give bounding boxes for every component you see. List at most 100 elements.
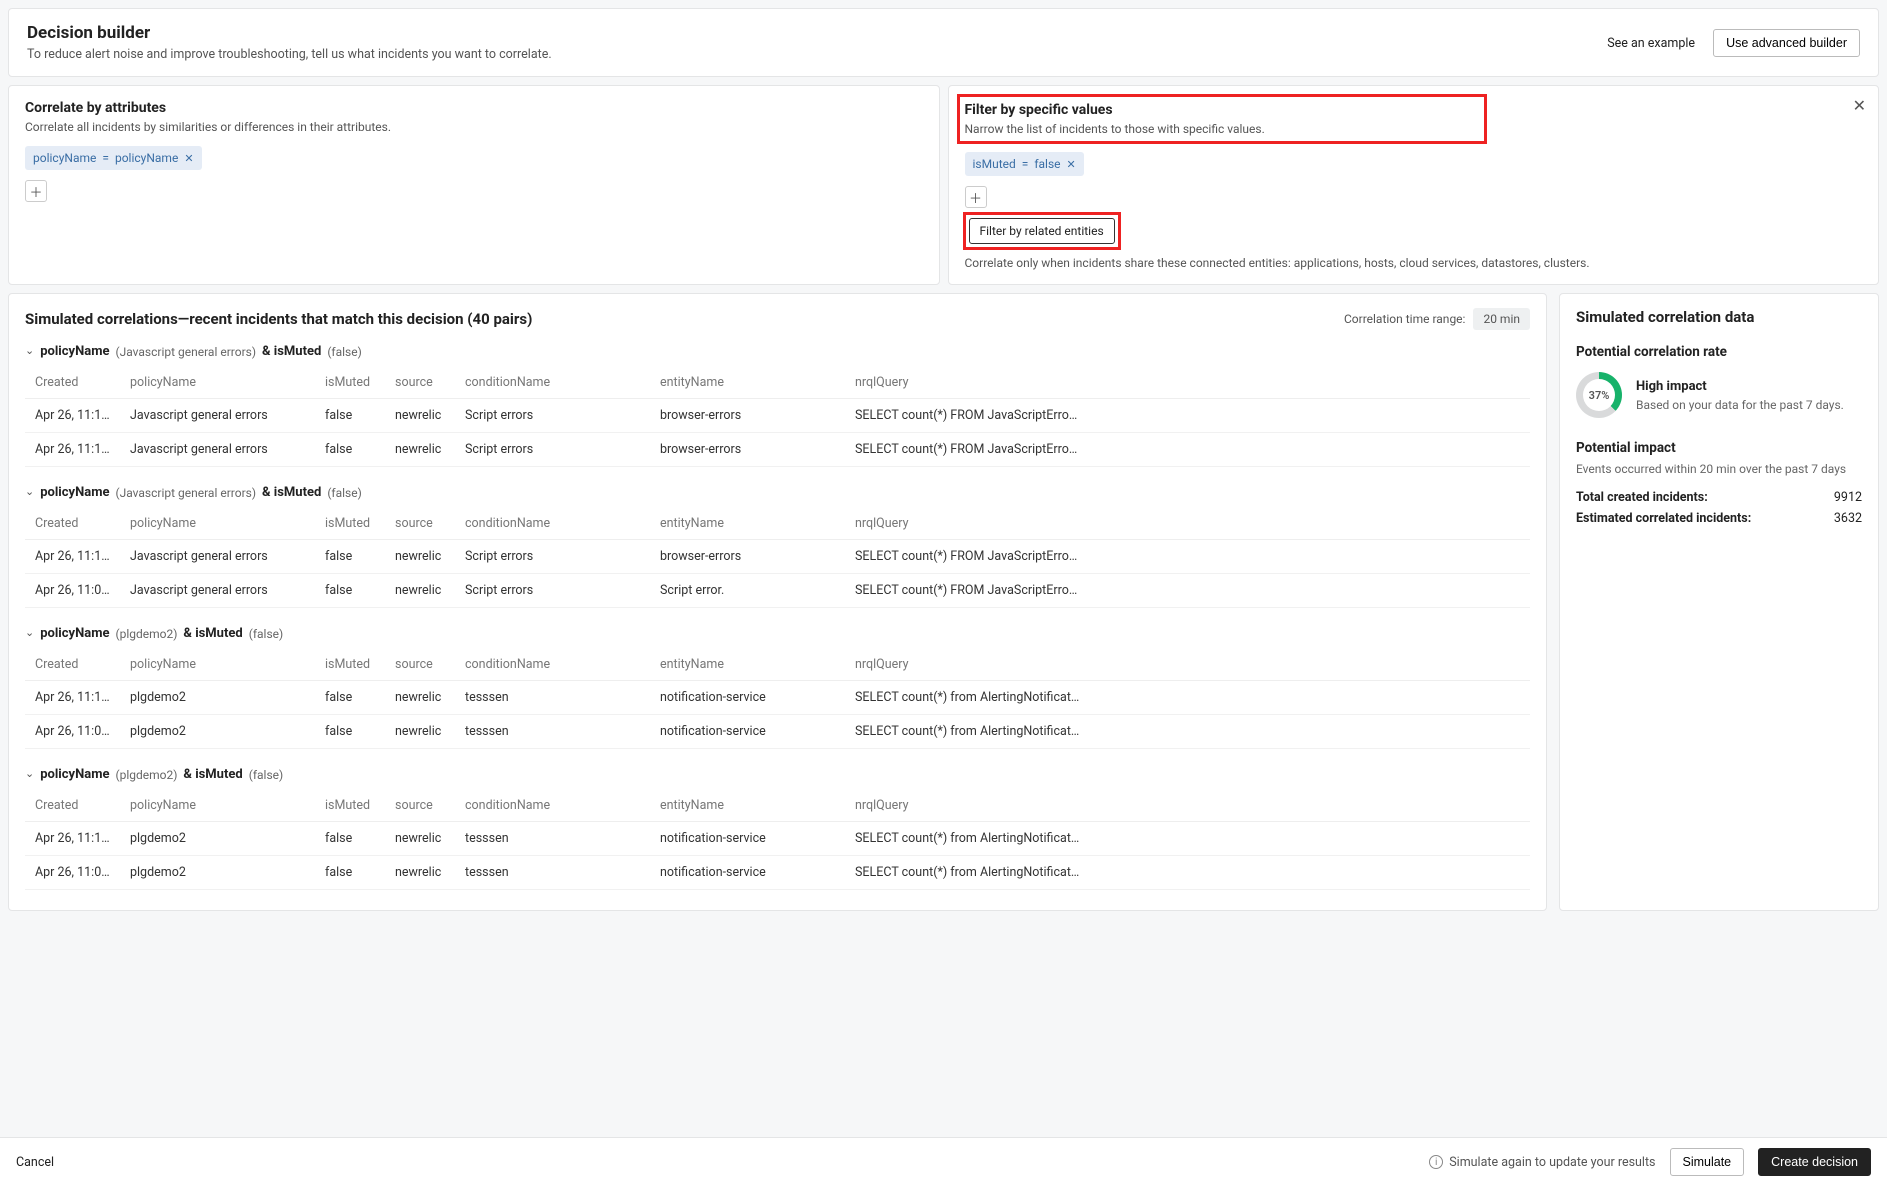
table-row[interactable]: Apr 26, 11:00pmplgdemo2falsenewrelictess… [25, 715, 1530, 749]
col-source[interactable]: source [385, 790, 455, 822]
cell-entityname: notification-service [650, 681, 845, 715]
cell-entityname: notification-service [650, 856, 845, 890]
create-decision-button[interactable]: Create decision [1758, 1148, 1871, 1176]
rate-title: Potential correlation rate [1576, 344, 1862, 360]
table-row[interactable]: Apr 26, 11:17pmplgdemo2falsenewrelictess… [25, 822, 1530, 856]
cell-created: Apr 26, 11:18pm [25, 540, 120, 574]
cell-entityname: notification-service [650, 715, 845, 749]
cell-policyname: plgdemo2 [120, 856, 315, 890]
col-entityname[interactable]: entityName [650, 649, 845, 681]
sim-header: Simulated correlations—recent incidents … [25, 308, 1530, 330]
col-nrqlquery[interactable]: nrqlQuery [845, 367, 1530, 399]
table-row[interactable]: Apr 26, 11:12pmJavascript general errors… [25, 433, 1530, 467]
page-subtitle: To reduce alert noise and improve troubl… [27, 47, 552, 62]
cell-policyname: Javascript general errors [120, 433, 315, 467]
col-created[interactable]: Created [25, 367, 120, 399]
col-conditionname[interactable]: conditionName [455, 790, 650, 822]
col-policyname[interactable]: policyName [120, 508, 315, 540]
stat-row-estimated: Estimated correlated incidents: 3632 [1576, 511, 1862, 526]
time-range-label: Correlation time range: [1344, 312, 1465, 326]
close-icon[interactable]: ✕ [1853, 96, 1866, 115]
group-attr1: policyName [40, 626, 109, 641]
chip-right: false [1034, 157, 1060, 171]
chip-remove-icon[interactable]: ✕ [184, 152, 193, 165]
col-conditionname[interactable]: conditionName [455, 367, 650, 399]
time-range-value[interactable]: 20 min [1473, 308, 1530, 330]
chip-left: isMuted [973, 157, 1016, 171]
builder-row: Correlate by attributes Correlate all in… [8, 85, 1879, 285]
filter-chip[interactable]: isMuted = false ✕ [965, 152, 1084, 176]
cell-ismuted: false [315, 433, 385, 467]
see-example-link[interactable]: See an example [1607, 36, 1695, 51]
filter-related-entities-button[interactable]: Filter by related entities [969, 218, 1115, 244]
cell-policyname: Javascript general errors [120, 399, 315, 433]
cell-nrqlquery: SELECT count(*) FROM JavaScriptErro… [845, 433, 1530, 467]
add-filter-button[interactable]: ＋ [965, 186, 987, 208]
group-header[interactable]: ⌄policyName (plgdemo2) & isMuted (false) [25, 767, 1530, 782]
group-val1: (Javascript general errors) [115, 345, 256, 359]
table-row[interactable]: Apr 26, 11:17pmplgdemo2falsenewrelictess… [25, 681, 1530, 715]
simulate-button[interactable]: Simulate [1670, 1148, 1745, 1176]
cell-nrqlquery: SELECT count(*) from AlertingNotificat… [845, 715, 1530, 749]
col-nrqlquery[interactable]: nrqlQuery [845, 649, 1530, 681]
filter-title: Filter by specific values [965, 102, 1265, 118]
simulated-data-panel: Simulated correlation data Potential cor… [1559, 293, 1879, 911]
col-created[interactable]: Created [25, 790, 120, 822]
group-amp: & isMuted [262, 344, 321, 359]
cell-ismuted: false [315, 574, 385, 608]
chevron-down-icon[interactable]: ⌄ [25, 485, 34, 498]
table-row[interactable]: Apr 26, 11:18pmJavascript general errors… [25, 540, 1530, 574]
add-attribute-button[interactable]: ＋ [25, 180, 47, 202]
cell-source: newrelic [385, 433, 455, 467]
table-row[interactable]: Apr 26, 11:09pmJavascript general errors… [25, 574, 1530, 608]
col-source[interactable]: source [385, 649, 455, 681]
cell-policyname: plgdemo2 [120, 681, 315, 715]
plus-icon: ＋ [29, 182, 42, 201]
col-ismuted[interactable]: isMuted [315, 508, 385, 540]
cell-entityname: browser-errors [650, 433, 845, 467]
attribute-chip[interactable]: policyName = policyName ✕ [25, 146, 202, 170]
cell-conditionname: tesssen [455, 822, 650, 856]
col-nrqlquery[interactable]: nrqlQuery [845, 790, 1530, 822]
cell-created: Apr 26, 11:00pm [25, 715, 120, 749]
col-ismuted[interactable]: isMuted [315, 367, 385, 399]
group-header[interactable]: ⌄policyName (Javascript general errors) … [25, 344, 1530, 359]
col-nrqlquery[interactable]: nrqlQuery [845, 508, 1530, 540]
col-source[interactable]: source [385, 508, 455, 540]
col-created[interactable]: Created [25, 508, 120, 540]
table-row[interactable]: Apr 26, 11:03pmplgdemo2falsenewrelictess… [25, 856, 1530, 890]
cell-nrqlquery: SELECT count(*) FROM JavaScriptErro… [845, 574, 1530, 608]
donut-percent: 37% [1589, 389, 1610, 402]
cell-conditionname: Script errors [455, 574, 650, 608]
col-ismuted[interactable]: isMuted [315, 790, 385, 822]
chip-remove-icon[interactable]: ✕ [1067, 158, 1076, 171]
col-created[interactable]: Created [25, 649, 120, 681]
col-entityname[interactable]: entityName [650, 367, 845, 399]
header-actions: See an example Use advanced builder [1607, 29, 1860, 57]
group-header[interactable]: ⌄policyName (Javascript general errors) … [25, 485, 1530, 500]
cell-source: newrelic [385, 399, 455, 433]
col-policyname[interactable]: policyName [120, 790, 315, 822]
use-advanced-builder-button[interactable]: Use advanced builder [1713, 29, 1860, 57]
col-policyname[interactable]: policyName [120, 649, 315, 681]
chevron-down-icon[interactable]: ⌄ [25, 344, 34, 357]
cancel-button[interactable]: Cancel [16, 1155, 54, 1170]
chevron-down-icon[interactable]: ⌄ [25, 626, 34, 639]
chip-op: = [1022, 157, 1029, 171]
chip-right: policyName [115, 151, 178, 165]
chevron-down-icon[interactable]: ⌄ [25, 767, 34, 780]
plus-icon: ＋ [969, 188, 982, 207]
table-row[interactable]: Apr 26, 11:18pmJavascript general errors… [25, 399, 1530, 433]
page-title: Decision builder [27, 23, 552, 43]
col-entityname[interactable]: entityName [650, 508, 845, 540]
col-entityname[interactable]: entityName [650, 790, 845, 822]
correlation-table: CreatedpolicyNameisMutedsourceconditionN… [25, 367, 1530, 467]
col-ismuted[interactable]: isMuted [315, 649, 385, 681]
col-source[interactable]: source [385, 367, 455, 399]
col-policyname[interactable]: policyName [120, 367, 315, 399]
col-conditionname[interactable]: conditionName [455, 508, 650, 540]
cell-nrqlquery: SELECT count(*) FROM JavaScriptErro… [845, 399, 1530, 433]
group-header[interactable]: ⌄policyName (plgdemo2) & isMuted (false) [25, 626, 1530, 641]
col-conditionname[interactable]: conditionName [455, 649, 650, 681]
info-icon: i [1429, 1155, 1443, 1169]
